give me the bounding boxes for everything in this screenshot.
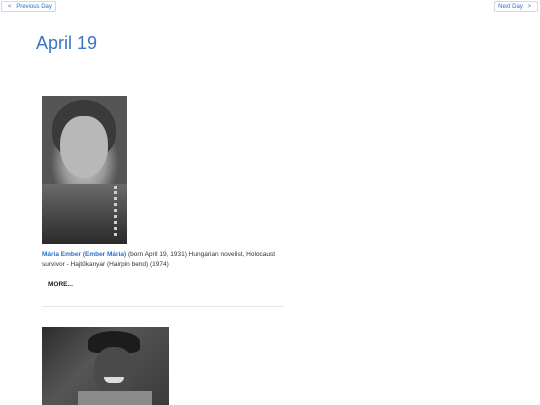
author-photo-next-entry[interactable] [42,327,169,405]
author-name-link[interactable]: Mária Ember (Ember Mária) [42,251,126,258]
page-title: April 19 [36,33,98,53]
next-day-button[interactable]: Next Day > [494,1,538,12]
author-photo-maria-ember[interactable] [42,96,127,244]
previous-day-label: Previous Day [16,4,52,10]
chevron-right-icon: > [527,4,531,10]
entry-description: Mária Ember (Ember Mária) (born April 19… [42,250,282,270]
entry-divider [42,306,284,307]
chevron-left-icon: < [8,4,12,10]
more-button[interactable]: MORE... [48,281,73,288]
previous-day-button[interactable]: < Previous Day [1,1,56,12]
next-day-label: Next Day [498,4,523,10]
